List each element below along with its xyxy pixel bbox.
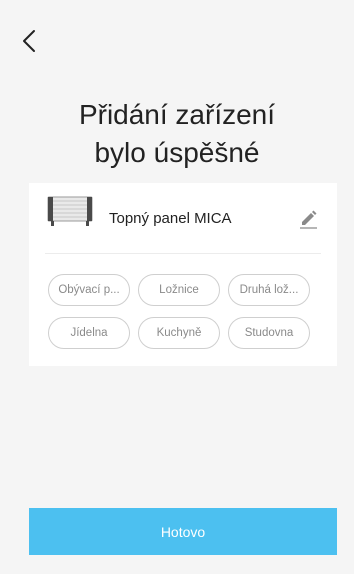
divider — [45, 253, 321, 254]
done-button[interactable]: Hotovo — [29, 508, 337, 555]
pencil-icon — [300, 210, 317, 229]
back-button[interactable] — [14, 26, 44, 56]
room-chip-obyvaci[interactable]: Obývací p... — [48, 274, 130, 306]
chevron-left-icon — [23, 30, 35, 52]
device-row: Topný panel MICA — [29, 183, 337, 253]
edit-name-button[interactable] — [297, 207, 319, 229]
device-name: Topný panel MICA — [109, 210, 232, 227]
page-title: Přidání zařízení bylo úspěšné — [0, 96, 354, 172]
room-chip-kuchyne[interactable]: Kuchyně — [138, 317, 220, 349]
heating-panel-image — [47, 196, 93, 226]
room-chip-jidelna[interactable]: Jídelna — [48, 317, 130, 349]
success-screen: Přidání zařízení bylo úspěšné Topný pane… — [0, 0, 354, 574]
room-chip-studovna[interactable]: Studovna — [228, 317, 310, 349]
title-line-2: bylo úspěšné — [94, 137, 260, 168]
room-chip-loznice[interactable]: Ložnice — [138, 274, 220, 306]
room-chip-druha-loznice[interactable]: Druhá lož... — [228, 274, 310, 306]
device-card: Topný panel MICA Obývací p... Ložnice Dr… — [29, 183, 337, 366]
title-line-1: Přidání zařízení — [78, 99, 276, 130]
